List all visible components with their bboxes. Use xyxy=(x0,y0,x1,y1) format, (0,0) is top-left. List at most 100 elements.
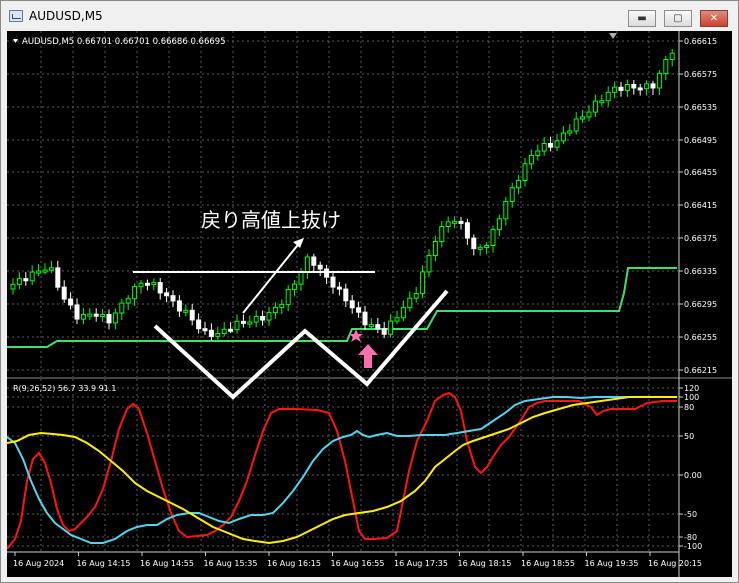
indicator-header: R(9,26,52) 56.7 33.9 91.1 xyxy=(13,384,116,393)
candle-body xyxy=(368,324,374,328)
candle-body xyxy=(138,282,144,288)
candle-body xyxy=(125,298,131,304)
candle-body xyxy=(29,271,35,282)
candle-body xyxy=(484,244,490,248)
candle-body xyxy=(573,118,579,132)
chart-area[interactable]: AUDUSD,M5 0.66701 0.66701 0.66686 0.6669… xyxy=(6,31,732,577)
candle-body xyxy=(669,52,675,61)
candle-body xyxy=(458,220,464,224)
candle-body xyxy=(48,267,54,271)
candle-body xyxy=(445,221,451,228)
minimize-button[interactable]: ▬ xyxy=(628,10,656,27)
time-label: 16 Aug 16:55 xyxy=(331,559,385,568)
close-button[interactable]: ✕ xyxy=(700,10,728,27)
candle-body xyxy=(253,316,259,323)
candle-body xyxy=(413,293,419,299)
candle-body xyxy=(74,304,80,320)
candle-body xyxy=(554,140,560,148)
price-axis[interactable]: 0.66615 0.66575 0.66535 0.66495 0.66455 0.664… xyxy=(679,37,717,375)
candle-body xyxy=(132,286,138,300)
candle-body xyxy=(215,332,221,337)
chart-window: AUDUSD,M5 ▬ ▢ ✕ AUDUSD,M5 0.66701 0.6670… xyxy=(0,0,739,583)
candle-body xyxy=(644,83,650,90)
candle-body xyxy=(157,282,163,294)
candle-body xyxy=(624,83,630,91)
candle-body xyxy=(247,321,253,325)
time-label: 16 Aug 2024 xyxy=(13,559,64,568)
time-label: 16 Aug 18:15 xyxy=(458,559,512,568)
candle-body xyxy=(394,317,400,322)
candle-body xyxy=(221,328,227,334)
candle-body xyxy=(452,220,458,224)
candle-body xyxy=(637,87,643,91)
window-title: AUDUSD,M5 xyxy=(29,9,103,23)
candle-body xyxy=(650,83,656,89)
chart-canvas[interactable]: AUDUSD,M5 0.66701 0.66701 0.66686 0.6669… xyxy=(6,31,732,577)
candle-body xyxy=(317,264,323,270)
price-label: 0.66335 xyxy=(684,267,717,276)
candle-body xyxy=(471,237,477,250)
candle-body xyxy=(656,72,662,89)
annotation-text: 戻り高値上抜け xyxy=(201,208,341,232)
candle-body xyxy=(356,307,362,313)
indicator-axis[interactable]: 12010080 50 0.00 -50 -80-100 xyxy=(679,384,702,551)
candle-body xyxy=(612,86,618,93)
candle-body xyxy=(272,307,278,314)
candle-body xyxy=(87,313,93,317)
candle-body xyxy=(55,267,61,288)
price-label: 0.66575 xyxy=(684,70,717,79)
price-label: 0.66415 xyxy=(684,201,717,210)
indicator-label: 50 xyxy=(684,432,694,441)
candle-body xyxy=(208,329,214,337)
candle-body xyxy=(439,226,445,243)
candle-body xyxy=(400,307,406,319)
candle-body xyxy=(541,143,547,152)
candle-body xyxy=(93,313,99,317)
candle-body xyxy=(522,163,528,182)
candles xyxy=(10,48,675,341)
candle-body xyxy=(292,283,298,291)
candle-body xyxy=(151,282,157,286)
indicator-label: -80 xyxy=(684,533,697,542)
time-label: 16 Aug 14:15 xyxy=(77,559,131,568)
shift-marker-icon[interactable] xyxy=(609,33,617,39)
title-bar[interactable]: AUDUSD,M5 ▬ ▢ ✕ xyxy=(1,1,738,31)
maximize-button[interactable]: ▢ xyxy=(664,10,692,27)
candle-body xyxy=(260,316,266,321)
candle-body xyxy=(631,83,637,89)
candle-body xyxy=(170,295,176,302)
price-label: 0.66535 xyxy=(684,103,717,112)
time-axis[interactable]: 16 Aug 2024 16 Aug 14:15 16 Aug 14:55 16 Au… xyxy=(13,552,702,568)
candle-body xyxy=(228,328,234,332)
candle-body xyxy=(362,311,368,326)
candle-body xyxy=(119,302,125,314)
candle-body xyxy=(80,314,86,320)
time-label: 16 Aug 14:55 xyxy=(140,559,194,568)
candle-body xyxy=(509,187,515,202)
candle-body xyxy=(580,116,586,120)
breakout-arrow-shaft xyxy=(242,240,302,314)
indicator-label: 80 xyxy=(684,403,694,412)
candle-body xyxy=(548,143,554,148)
candle-body xyxy=(381,328,387,335)
candle-body xyxy=(189,309,195,321)
candle-body xyxy=(311,256,317,266)
trail-line xyxy=(7,267,677,348)
candle-body xyxy=(663,59,669,74)
candle-body xyxy=(388,320,394,335)
candle-body xyxy=(592,100,598,113)
candle-body xyxy=(490,228,496,246)
candle-body xyxy=(202,328,208,332)
candle-body xyxy=(426,255,432,273)
candle-body xyxy=(183,309,189,313)
candle-body xyxy=(432,241,438,257)
candle-body xyxy=(285,289,291,305)
indicator-label: -100 xyxy=(684,542,702,551)
candle-body xyxy=(599,100,605,104)
time-label: 16 Aug 19:35 xyxy=(585,559,639,568)
candle-body xyxy=(375,324,381,330)
candle-body xyxy=(61,286,67,300)
candle-body xyxy=(343,288,349,302)
breakout-arrow-icon xyxy=(293,238,304,248)
candle-body xyxy=(68,298,74,306)
